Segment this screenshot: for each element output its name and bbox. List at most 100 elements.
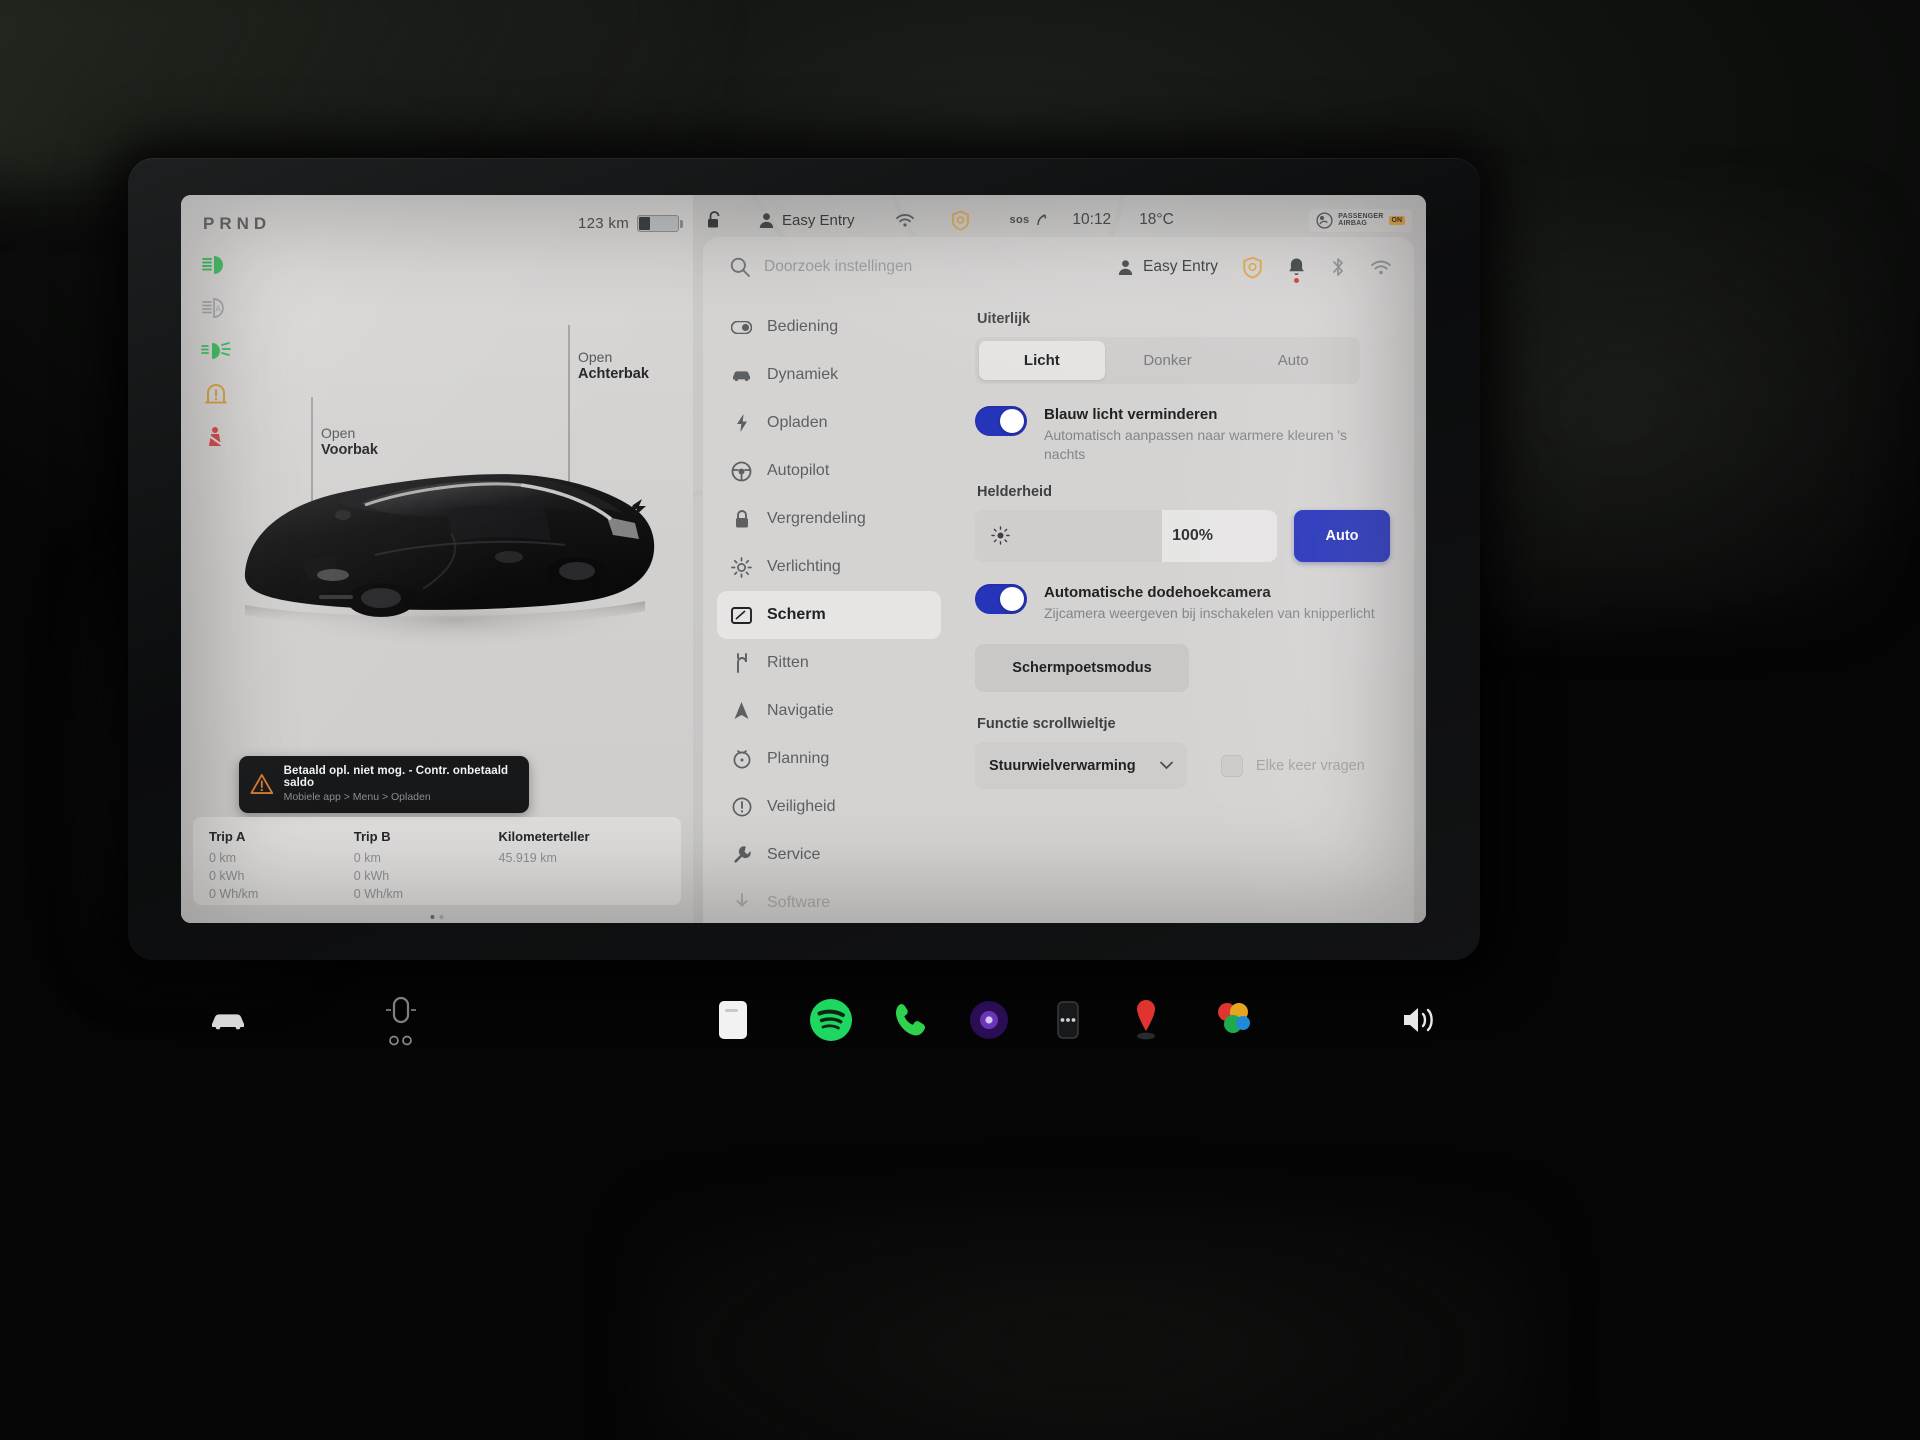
photograph-of-tesla-touchscreen: PRND 123 km A Open Voorbak Open Achterba… (0, 0, 1920, 1440)
blindspot-camera-toggle[interactable] (975, 583, 1027, 614)
brightness-auto-button[interactable]: Auto (1294, 509, 1390, 562)
blue-light-toggle[interactable] (975, 406, 1027, 436)
sidebar-item-service[interactable]: Service (717, 831, 941, 879)
appearance-option-licht[interactable]: Licht (979, 341, 1105, 380)
notifications-button[interactable] (1287, 257, 1306, 283)
car-controls-icon (212, 1014, 244, 1030)
sos-label: sos (1009, 214, 1030, 226)
sidebar-label: Planning (767, 750, 830, 767)
alarm-shield-icon[interactable] (1242, 256, 1263, 279)
warning-triangle-icon (250, 774, 274, 794)
taskbar-card-app[interactable] (716, 999, 750, 1041)
header-profile-name: Easy Entry (1143, 258, 1218, 275)
ask-every-time-row[interactable]: Elke keer vragen (1221, 754, 1365, 777)
browser-icon (970, 1001, 1008, 1039)
ask-every-time-checkbox[interactable] (1221, 754, 1243, 777)
trip-a-title: Trip A (209, 829, 246, 844)
sos-arrow-icon (1037, 214, 1047, 226)
sidebar-item-navigatie[interactable]: Navigatie (717, 687, 941, 735)
search-input[interactable] (764, 258, 1094, 276)
sidebar-item-vergrendeling[interactable]: Vergrendeling (717, 495, 941, 543)
gallery-icon (1218, 1003, 1250, 1033)
settings-body: Bediening Dynamiek Opladen Autopilot Ver… (703, 297, 1414, 923)
sidebar-label: Veiligheid (767, 798, 836, 815)
taskbar-gallery[interactable] (1210, 998, 1256, 1042)
sidebar-item-veiligheid[interactable]: Veiligheid (717, 783, 941, 831)
sidebar-item-dynamiek[interactable]: Dynamiek (717, 351, 941, 399)
taskbar-location[interactable] (1128, 996, 1164, 1044)
phone-icon (895, 1004, 925, 1036)
sidebar-item-autopilot[interactable]: Autopilot (717, 447, 941, 495)
trip-a-consumption: 0 Wh/km (209, 887, 259, 902)
bottom-taskbar (128, 960, 1480, 1080)
appearance-option-auto[interactable]: Auto (1230, 341, 1356, 380)
trip-meters-panel[interactable]: Trip A 0 km 0 kWh 0 Wh/km Trip B 0 km 0 … (193, 817, 681, 905)
sidebar-item-ritten[interactable]: Ritten (717, 639, 941, 687)
page-indicator-dots[interactable] (430, 915, 444, 919)
sidebar-item-planning[interactable]: Planning (717, 735, 941, 783)
battery-icon (637, 215, 683, 232)
notification-dot (1294, 277, 1299, 283)
passenger-airbag-indicator: PASSENGER AIRBAG ON (1309, 208, 1412, 232)
sidebar-item-verlichting[interactable]: Verlichting (717, 543, 941, 591)
wifi-icon[interactable] (1370, 258, 1392, 276)
sidebar-label: Opladen (767, 414, 828, 431)
person-icon (759, 212, 774, 228)
navigation-icon (731, 701, 752, 722)
taskbar-car-controls[interactable] (208, 1008, 248, 1032)
wifi-status[interactable] (895, 212, 915, 228)
taskbar-phone[interactable] (888, 999, 930, 1041)
settings-nav-list: Bediening Dynamiek Opladen Autopilot Ver… (703, 297, 955, 923)
appearance-option-donker[interactable]: Donker (1105, 341, 1231, 380)
scroll-wheel-dropdown[interactable]: Stuurwielverwarming (975, 742, 1187, 790)
sentry-alarm-status[interactable] (951, 210, 970, 231)
bluetooth-icon[interactable] (1330, 256, 1346, 278)
trip-a-block[interactable]: Trip A 0 km 0 kWh 0 Wh/km (209, 829, 354, 901)
header-profile-button[interactable]: Easy Entry (1117, 258, 1218, 276)
clean-screen-button[interactable]: Schermpoetsmodus (975, 644, 1189, 693)
sidebar-item-software[interactable]: Software (717, 879, 941, 923)
alert-title: Betaald opl. niet mog. - Contr. onbetaal… (283, 765, 509, 789)
clock-icon (731, 749, 752, 770)
download-icon (731, 893, 752, 914)
sun-icon (731, 556, 752, 578)
appearance-section-title: Uiterlijk (977, 311, 1031, 327)
wifi-icon (895, 214, 914, 227)
taskbar-climate[interactable] (378, 994, 424, 1046)
settings-header: Easy Entry (703, 237, 1414, 297)
more-apps-icon (1057, 1001, 1079, 1039)
sidebar-item-bediening[interactable]: Bediening (717, 303, 941, 351)
sidebar-item-opladen[interactable]: Opladen (717, 399, 941, 447)
outside-temperature[interactable]: 18°C (1139, 211, 1174, 229)
blindspot-camera-row[interactable]: Automatische dodehoekcamera Zijcamera we… (975, 583, 1390, 623)
search-container[interactable] (729, 256, 1103, 278)
brightness-section-title: Helderheid (977, 483, 1052, 500)
driver-profile-status[interactable]: Easy Entry (758, 212, 855, 229)
sos-button[interactable]: sos (1010, 213, 1049, 227)
page-dot (430, 915, 435, 919)
taskbar-more-apps[interactable] (1048, 998, 1088, 1042)
sidebar-label: Ritten (767, 654, 809, 671)
charging-alert-banner[interactable]: Betaald opl. niet mog. - Contr. onbetaal… (239, 756, 529, 813)
ambient-reflection (640, 1200, 1540, 1440)
lock-status[interactable] (705, 210, 724, 231)
sidebar-item-scherm[interactable]: Scherm (717, 591, 941, 639)
taskbar-volume[interactable] (1398, 1003, 1440, 1037)
trip-b-block[interactable]: Trip B 0 km 0 kWh 0 Wh/km (354, 829, 499, 901)
settings-sheet: Easy Entry (703, 237, 1414, 923)
taskbar-spotify[interactable] (808, 997, 854, 1043)
location-pin-icon (1137, 1000, 1155, 1040)
brightness-slider[interactable]: 100% (975, 509, 1277, 562)
brightness-row: 100% Auto (975, 509, 1390, 562)
taskbar-browser[interactable] (968, 999, 1010, 1041)
sidebar-label: Software (767, 894, 831, 911)
climate-icon (386, 996, 416, 1024)
airbag-icon (1316, 211, 1333, 229)
blindspot-camera-subtitle: Zijcamera weergeven bij inschakelen van … (1044, 604, 1375, 621)
blue-light-row[interactable]: Blauw licht verminderen Automatisch aanp… (975, 406, 1390, 464)
sidebar-label: Navigatie (767, 702, 834, 719)
appearance-segmented-control[interactable]: Licht Donker Auto (975, 337, 1360, 384)
alert-circle-icon (731, 797, 752, 818)
trunk-callout[interactable]: Open Achterbak (578, 349, 649, 383)
bolt-icon (731, 413, 752, 434)
